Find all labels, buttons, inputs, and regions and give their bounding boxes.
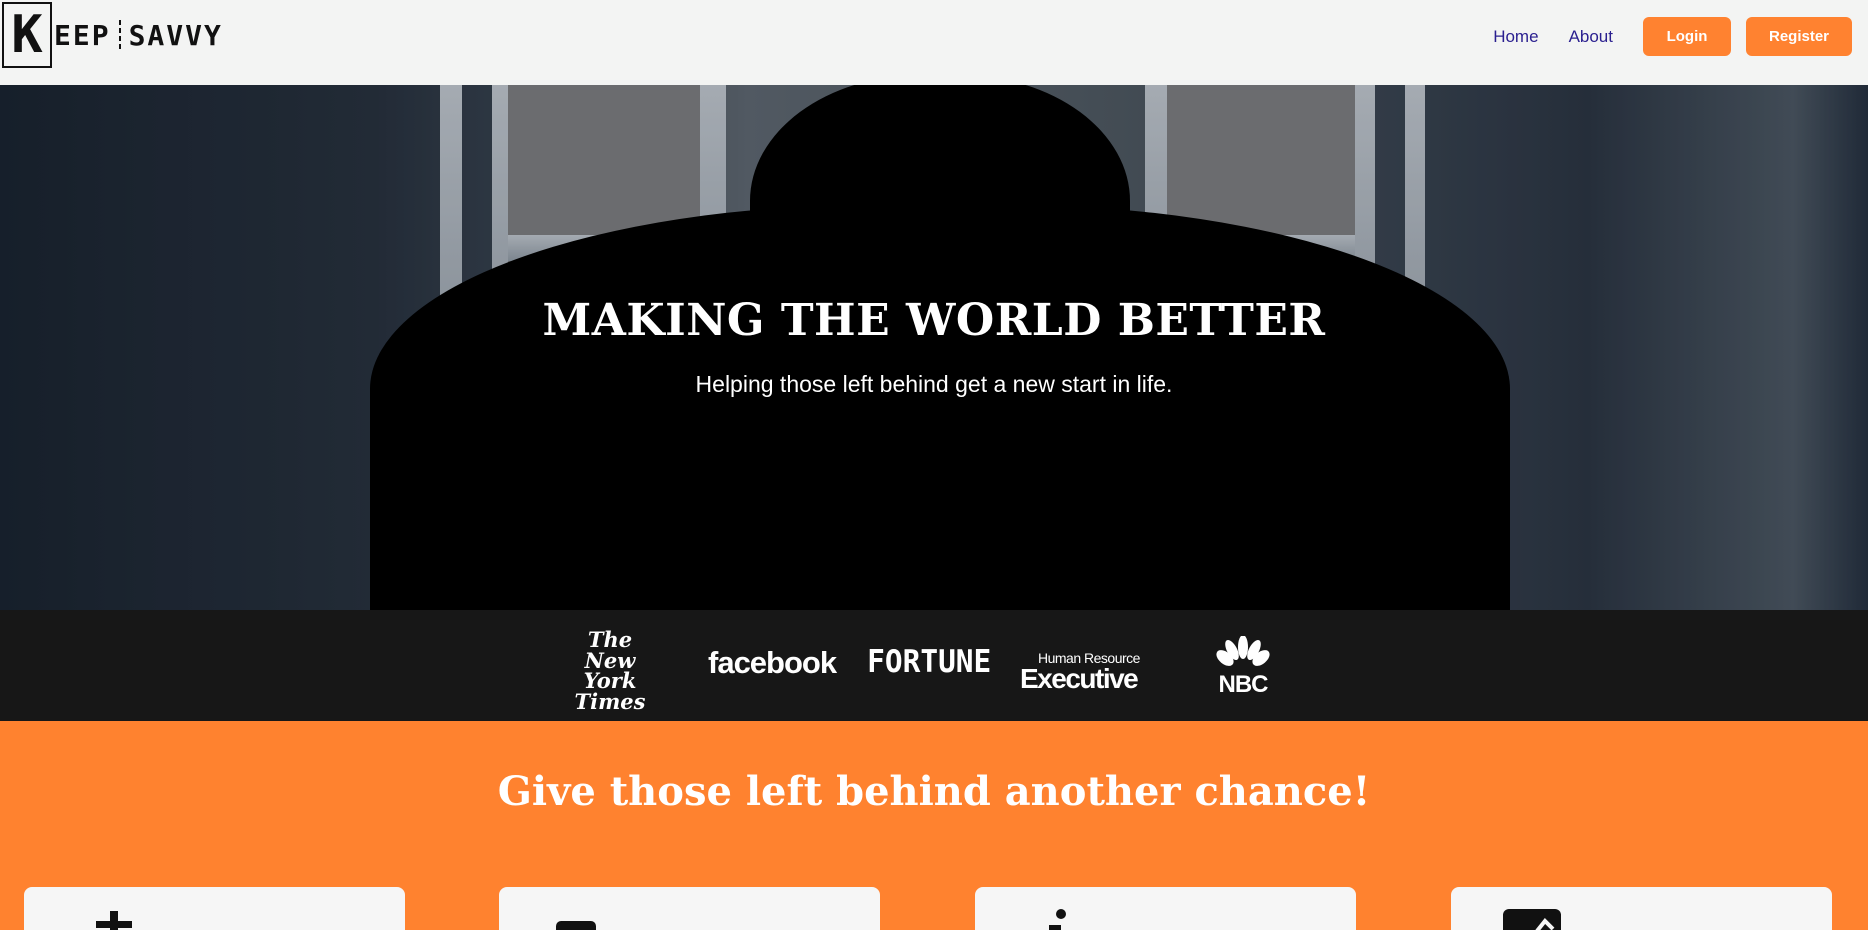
nav-about-link[interactable]: About	[1569, 27, 1613, 47]
nbc-logo-text: NBC	[1218, 671, 1269, 698]
login-button[interactable]: Login	[1643, 17, 1731, 56]
logo-word-savvy: SAVVY	[128, 18, 223, 52]
feature-card-2[interactable]	[499, 887, 880, 930]
register-button[interactable]: Register	[1746, 17, 1852, 56]
nyt-logo: The New York Times	[560, 629, 660, 714]
keep-savvy-logo[interactable]: K EEP SAVVY	[2, 2, 223, 68]
feature-card-4[interactable]	[1451, 887, 1832, 930]
fortune-logo: FORTUNE	[867, 644, 992, 680]
plus-icon	[96, 911, 132, 930]
nyt-logo-line-3: Times	[574, 688, 646, 714]
logo-initial: K	[2, 2, 52, 68]
person-icon	[1049, 909, 1066, 930]
logo-word-keep: EEP	[54, 18, 111, 52]
hero-subtitle: Helping those left behind get a new star…	[695, 371, 1173, 397]
cta-title: Give those left behind another chance!	[497, 768, 1371, 815]
hero-banner: MAKING THE WORLD BETTER Helping those le…	[0, 85, 1868, 610]
nbc-peacock-icon	[1216, 635, 1270, 666]
hre-logo: Human Resource Executive	[1020, 650, 1150, 694]
chart-icon	[1503, 909, 1561, 930]
logo-wordmark: EEP SAVVY	[54, 19, 223, 52]
hero-overlay	[0, 85, 1868, 610]
feature-card-1[interactable]	[24, 887, 405, 930]
site-header: K EEP SAVVY Home About Login Register	[0, 0, 1868, 85]
nyt-logo-line-2: New York	[583, 647, 637, 694]
press-logos-bar: The New York Times facebook FORTUNE Huma…	[0, 610, 1868, 721]
feature-card-3[interactable]	[975, 887, 1356, 930]
laptop-icon	[556, 921, 596, 930]
nav-home-link[interactable]: Home	[1493, 27, 1538, 47]
hre-logo-big: Executive	[1020, 663, 1139, 694]
nbc-logo: NBC	[1210, 635, 1276, 698]
logo-separator	[118, 20, 121, 50]
hero-title: MAKING THE WORLD BETTER	[542, 295, 1326, 346]
main-nav: Home About Login Register	[1493, 17, 1852, 56]
cta-section: Give those left behind another chance!	[0, 721, 1868, 930]
facebook-logo: facebook	[708, 645, 837, 680]
